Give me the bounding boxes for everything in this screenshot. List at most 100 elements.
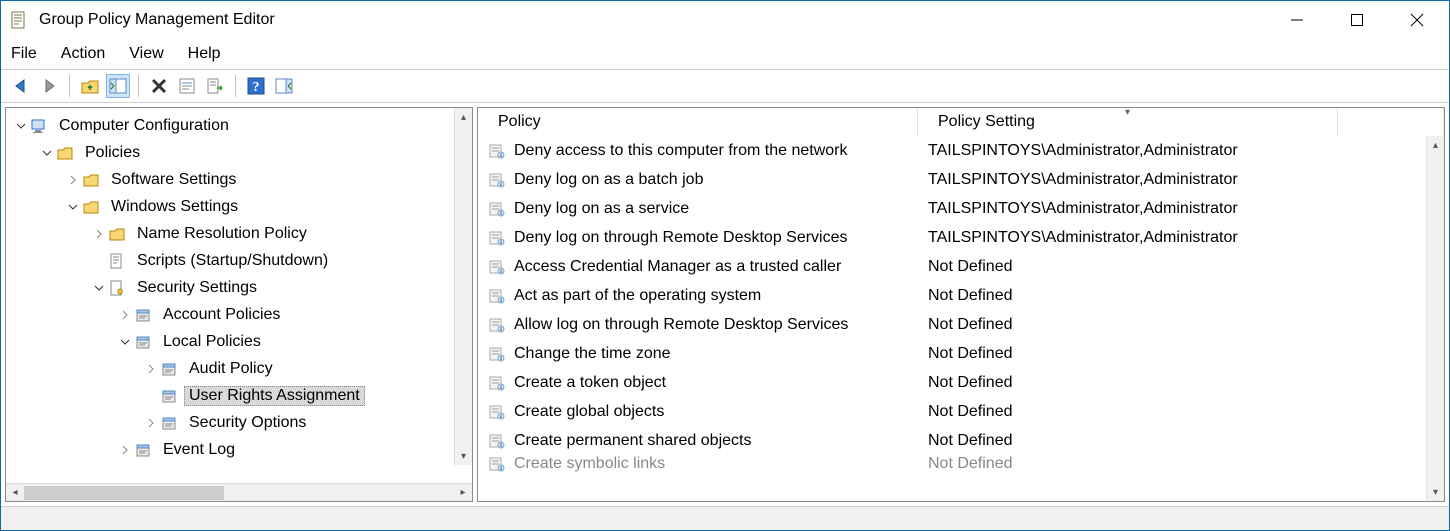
forward-button[interactable] [37,74,61,98]
policy-item-icon [488,258,506,276]
chevron-down-icon[interactable] [66,202,80,212]
title-bar: Group Policy Management Editor [1,1,1449,39]
chevron-right-icon[interactable] [66,175,80,185]
tree-node[interactable]: User Rights Assignment [6,382,472,409]
tree-node[interactable]: Windows Settings [6,193,472,220]
policy-name: Change the time zone [514,345,671,363]
menu-action[interactable]: Action [61,45,105,63]
show-hide-action-pane-button[interactable] [272,74,296,98]
show-hide-tree-button[interactable] [106,74,130,98]
tree-node-label: Windows Settings [106,197,243,217]
tree-node[interactable]: Local Policies [6,328,472,355]
tree-node-label: User Rights Assignment [184,386,365,406]
chevron-right-icon[interactable] [92,229,106,239]
list-row[interactable]: Deny access to this computer from the ne… [478,136,1444,165]
tree-node[interactable]: Account Policies [6,301,472,328]
app-icon [9,10,29,30]
policy-item-icon [488,432,506,450]
list-row[interactable]: Deny log on as a serviceTAILSPINTOYS\Adm… [478,194,1444,223]
list-header: PolicyPolicy Setting▾ [478,108,1444,136]
policy-setting: Not Defined [918,374,1338,392]
list-body[interactable]: Deny access to this computer from the ne… [478,136,1444,501]
tree-node-label: Name Resolution Policy [132,224,312,244]
policy-item-icon [488,229,506,247]
chevron-down-icon[interactable] [92,283,106,293]
tree-node[interactable]: Policies [6,139,472,166]
forward-icon [39,76,59,96]
menu-view[interactable]: View [129,45,163,63]
list-row[interactable]: Deny log on as a batch jobTAILSPINTOYS\A… [478,165,1444,194]
chevron-down-icon[interactable] [118,337,132,347]
menu-bar: File Action View Help [1,39,1449,69]
tree-horizontal-scrollbar[interactable]: ◂ ▸ [6,483,472,501]
policy-node-icon [160,414,178,432]
list-row[interactable]: Create symbolic linksNot Defined [478,455,1444,475]
scrollbar-thumb[interactable] [24,486,224,500]
list-row[interactable]: Create a token objectNot Defined [478,368,1444,397]
list-row[interactable]: Create global objectsNot Defined [478,397,1444,426]
scroll-up-icon[interactable]: ▴ [455,108,472,126]
scroll-right-icon[interactable]: ▸ [454,484,472,501]
scroll-down-icon[interactable]: ▾ [455,447,472,465]
policy-setting: Not Defined [918,403,1338,421]
tree-node[interactable]: Security Options [6,409,472,436]
list-row[interactable]: Act as part of the operating systemNot D… [478,281,1444,310]
policy-setting: Not Defined [918,432,1338,450]
policy-item-icon [488,374,506,392]
back-button[interactable] [9,74,33,98]
close-button[interactable] [1387,1,1447,39]
minimize-button[interactable] [1267,1,1327,39]
tree-node[interactable]: Scripts (Startup/Shutdown) [6,247,472,274]
tree-node[interactable]: Name Resolution Policy [6,220,472,247]
menu-help[interactable]: Help [188,45,221,63]
up-folder-icon [80,76,100,96]
list-row[interactable]: Access Credential Manager as a trusted c… [478,252,1444,281]
tree-node[interactable]: Event Log [6,436,472,463]
status-bar [1,506,1449,530]
scroll-left-icon[interactable]: ◂ [6,484,24,501]
policy-name: Act as part of the operating system [514,287,761,305]
menu-file[interactable]: File [11,45,37,63]
tree-vertical-scrollbar[interactable]: ▴ ▾ [454,108,472,465]
folder-icon [82,171,100,189]
chevron-right-icon[interactable] [144,418,158,428]
chevron-right-icon[interactable] [118,445,132,455]
chevron-right-icon[interactable] [118,310,132,320]
chevron-down-icon[interactable] [40,148,54,158]
scroll-down-icon[interactable]: ▾ [1427,483,1444,501]
up-folder-button[interactable] [78,74,102,98]
delete-button[interactable] [147,74,171,98]
tree-pane: Computer ConfigurationPoliciesSoftware S… [5,107,473,502]
column-header-policy[interactable]: Policy [478,108,918,136]
list-vertical-scrollbar[interactable]: ▴▾ [1426,136,1444,501]
help-icon: ? [246,76,266,96]
list-row[interactable]: Allow log on through Remote Desktop Serv… [478,310,1444,339]
tree-scroll-area[interactable]: Computer ConfigurationPoliciesSoftware S… [6,108,472,483]
policy-item-icon [488,142,506,160]
tree-node[interactable]: Computer Configuration [6,112,472,139]
svg-text:?: ? [253,80,260,95]
scroll-up-icon[interactable]: ▴ [1427,136,1444,154]
policy-name: Create symbolic links [514,455,665,473]
maximize-button[interactable] [1327,1,1387,39]
tree-node[interactable]: Audit Policy [6,355,472,382]
tree-node[interactable]: Security Settings [6,274,472,301]
policy-node-icon [134,441,152,459]
tree-node[interactable]: Software Settings [6,166,472,193]
column-header-setting[interactable]: Policy Setting▾ [918,108,1338,136]
policy-node-icon [134,306,152,324]
tree-node-label: Account Policies [158,305,285,325]
list-row[interactable]: Create permanent shared objectsNot Defin… [478,426,1444,455]
toolbar: ? [1,69,1449,103]
policy-node-icon [160,387,178,405]
list-row[interactable]: Deny log on through Remote Desktop Servi… [478,223,1444,252]
properties-button[interactable] [175,74,199,98]
chevron-right-icon[interactable] [144,364,158,374]
policy-node-icon [160,360,178,378]
policy-item-icon [488,455,506,473]
toolbar-separator [235,75,236,97]
list-row[interactable]: Change the time zoneNot Defined [478,339,1444,368]
help-button[interactable]: ? [244,74,268,98]
export-list-button[interactable] [203,74,227,98]
chevron-down-icon[interactable] [14,121,28,131]
